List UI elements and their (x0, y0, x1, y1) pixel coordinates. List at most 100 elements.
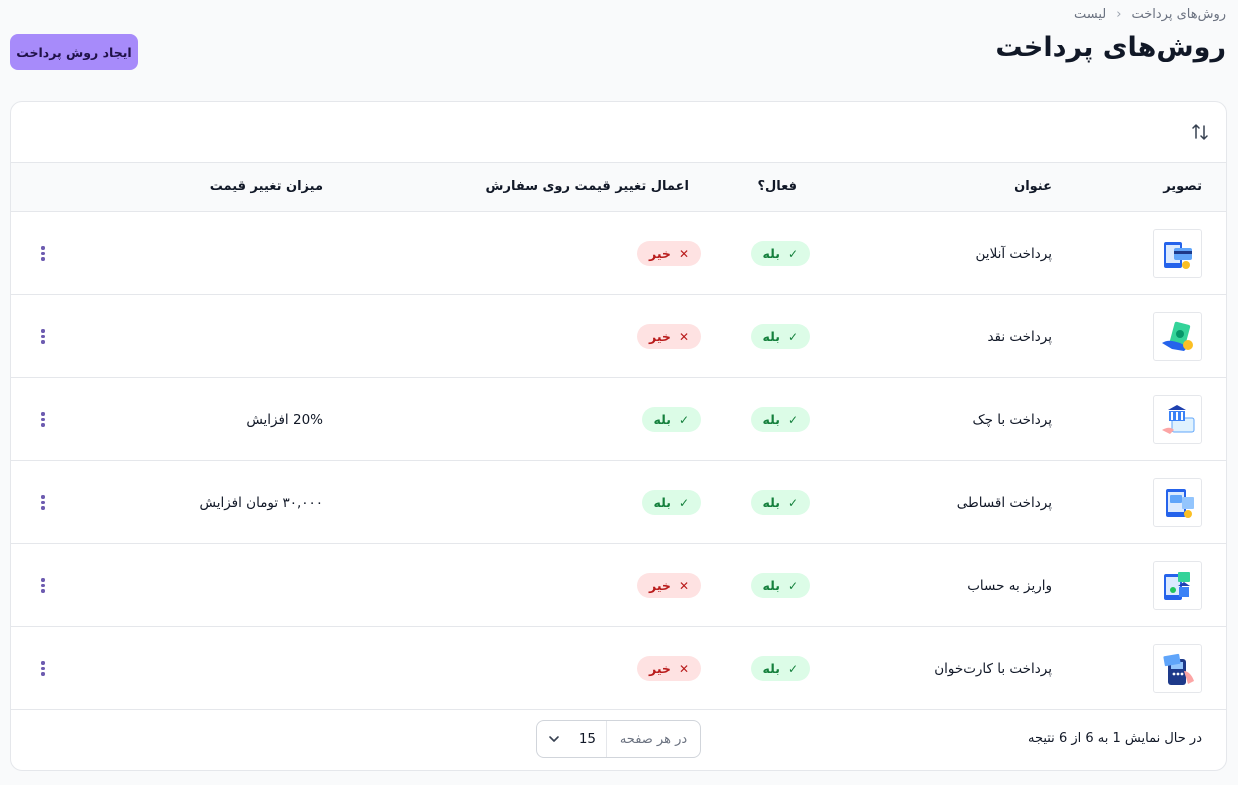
amount-cell: 20% افزایش (246, 378, 323, 461)
apply-badge: ✕ خیر (637, 324, 701, 349)
check-icon: ✓ (787, 246, 798, 261)
table-row: پرداخت نقد ✓ بله ✕ خیر (11, 295, 1226, 378)
check-icon: ✓ (787, 578, 798, 593)
cheque-payment-icon (1153, 395, 1202, 444)
active-badge-label: بله (762, 246, 780, 261)
cash-payment-icon (1153, 312, 1202, 361)
x-icon: ✕ (678, 578, 689, 593)
apply-badge: ✕ خیر (637, 241, 701, 266)
image-cell (1153, 461, 1202, 544)
bank-deposit-icon (1153, 561, 1202, 610)
active-badge-label: بله (762, 329, 780, 344)
active-cell: ✓ بله (750, 378, 810, 461)
table-toolbar (11, 102, 1226, 163)
title-cell: پرداخت آنلاین (976, 212, 1052, 295)
column-active: فعال؟ (757, 179, 797, 194)
apply-badge: ✕ خیر (637, 656, 701, 681)
active-badge: ✓ بله (750, 656, 810, 681)
apply-badge-label: خیر (649, 661, 671, 676)
apply-badge-label: خیر (649, 329, 671, 344)
apply-badge-label: بله (653, 412, 671, 427)
more-vertical-icon[interactable] (33, 410, 53, 430)
breadcrumb-parent[interactable]: روش‌های پرداخت (1131, 7, 1226, 22)
table-row: پرداخت با کارت‌خوان ✓ بله ✕ خیر (11, 627, 1226, 710)
active-badge: ✓ بله (750, 573, 810, 598)
more-vertical-icon[interactable] (33, 327, 53, 347)
payment-method-title: واریز به حساب (967, 577, 1052, 594)
check-icon: ✓ (787, 329, 798, 344)
active-badge-label: بله (762, 661, 780, 676)
check-icon: ✓ (787, 661, 798, 676)
table-body: پرداخت آنلاین ✓ بله ✕ خیر پرداخت نقد ✓ بله ✕ خیر پ… (11, 212, 1226, 710)
actions-cell (33, 212, 53, 295)
active-cell: ✓ بله (750, 295, 810, 378)
image-cell (1153, 627, 1202, 710)
payment-method-title: پرداخت نقد (987, 328, 1052, 345)
active-badge-label: بله (762, 578, 780, 593)
more-vertical-icon[interactable] (33, 244, 53, 264)
apply-cell: ✓ بله (641, 378, 701, 461)
card-reader-icon (1153, 644, 1202, 693)
amount-cell: ۳۰,۰۰۰ تومان افزایش (200, 461, 324, 544)
table-row: واریز به حساب ✓ بله ✕ خیر (11, 544, 1226, 627)
active-cell: ✓ بله (750, 627, 810, 710)
table-footer: در حال نمایش 1 به 6 از 6 نتیجه در هر صفح… (11, 710, 1226, 770)
payment-method-title: پرداخت آنلاین (975, 245, 1052, 262)
active-badge-label: بله (762, 412, 780, 427)
title-cell: پرداخت با کارت‌خوان (934, 627, 1052, 710)
more-vertical-icon[interactable] (33, 659, 53, 679)
active-badge: ✓ بله (750, 241, 810, 266)
active-badge: ✓ بله (750, 324, 810, 349)
image-cell (1153, 378, 1202, 461)
price-change-amount: ۳۰,۰۰۰ تومان افزایش (199, 494, 324, 511)
per-page-label: در هر صفحه (606, 721, 700, 757)
x-icon: ✕ (678, 246, 689, 261)
payment-method-title: پرداخت با کارت‌خوان (934, 660, 1052, 677)
more-vertical-icon[interactable] (33, 576, 53, 596)
online-payment-icon (1153, 229, 1202, 278)
column-title: عنوان (1014, 179, 1052, 194)
active-cell: ✓ بله (750, 212, 810, 295)
title-cell: پرداخت اقساطی (957, 461, 1052, 544)
per-page-value[interactable]: 15 (579, 731, 596, 747)
column-apply-price-change: اعمال تغییر قیمت روی سفارش (485, 179, 689, 194)
apply-cell: ✕ خیر (637, 212, 701, 295)
create-payment-method-button[interactable]: ایجاد روش پرداخت (10, 34, 138, 70)
chevron-down-icon (549, 736, 559, 742)
table-row: پرداخت با چک ✓ بله ✓ بله 20% افزایش (11, 378, 1226, 461)
actions-cell (33, 295, 53, 378)
apply-cell: ✕ خیر (637, 544, 701, 627)
table-row: پرداخت اقساطی ✓ بله ✓ بله ۳۰,۰۰۰ تومان افزایش (11, 461, 1226, 544)
title-cell: واریز به حساب (967, 544, 1052, 627)
active-cell: ✓ بله (750, 461, 810, 544)
check-icon: ✓ (787, 495, 798, 510)
image-cell (1153, 544, 1202, 627)
column-image: تصویر (1163, 179, 1202, 194)
active-badge-label: بله (762, 495, 780, 510)
check-icon: ✓ (787, 412, 798, 427)
payment-method-title: پرداخت با چک (972, 411, 1052, 428)
per-page-select[interactable]: در هر صفحه 15 (536, 720, 701, 758)
actions-cell (33, 378, 53, 461)
price-change-amount: 20% افزایش (246, 411, 323, 428)
apply-badge: ✓ بله (641, 490, 701, 515)
apply-badge-label: خیر (649, 246, 671, 261)
apply-cell: ✓ بله (641, 461, 701, 544)
breadcrumb-current: لیست (1074, 7, 1107, 22)
apply-cell: ✕ خیر (637, 295, 701, 378)
x-icon: ✕ (678, 329, 689, 344)
more-vertical-icon[interactable] (33, 493, 53, 513)
sort-icon[interactable] (1190, 122, 1210, 142)
image-cell (1153, 212, 1202, 295)
check-icon: ✓ (678, 495, 689, 510)
apply-badge-label: خیر (649, 578, 671, 593)
title-cell: پرداخت با چک (973, 378, 1052, 461)
page-title: روش‌های پرداخت (995, 32, 1226, 63)
chevron-left-icon: ‹ (1116, 7, 1122, 22)
title-cell: پرداخت نقد (987, 295, 1052, 378)
column-price-change-amount: میزان تغییر قیمت (209, 179, 323, 194)
apply-cell: ✕ خیر (637, 627, 701, 710)
actions-cell (33, 627, 53, 710)
active-cell: ✓ بله (750, 544, 810, 627)
x-icon: ✕ (678, 661, 689, 676)
